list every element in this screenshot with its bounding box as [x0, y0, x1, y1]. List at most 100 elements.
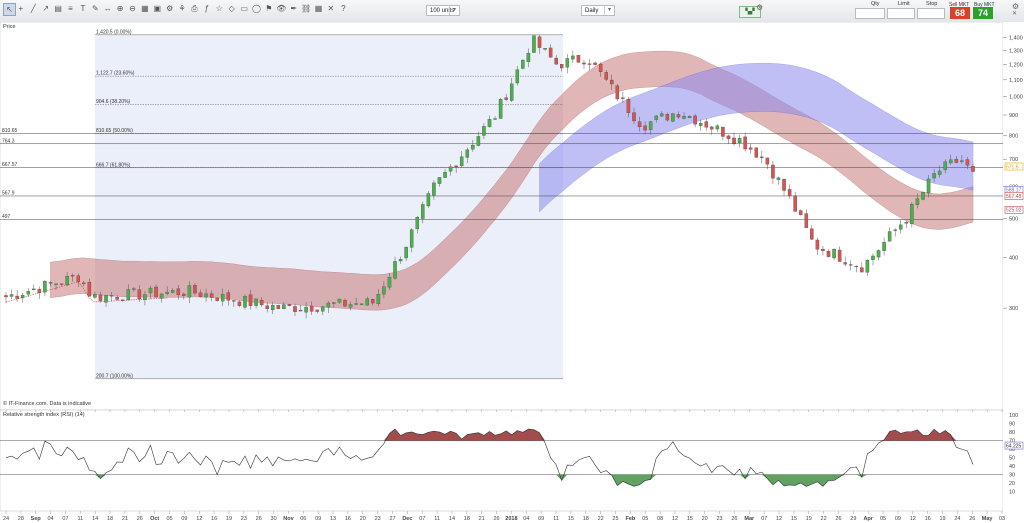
candle: [343, 300, 347, 307]
candle: [298, 310, 303, 312]
flag-icon[interactable]: ⚑: [263, 3, 274, 14]
candle: [170, 290, 175, 293]
candle: [821, 248, 825, 251]
candle: [848, 264, 853, 266]
line-icon[interactable]: ╱: [28, 3, 39, 14]
x-tick-label: 05: [166, 516, 172, 522]
candle: [359, 303, 364, 305]
candle: [259, 299, 264, 306]
x-tick-label: 26: [494, 516, 500, 522]
x-tick-label: Sep: [31, 516, 42, 522]
candle: [432, 182, 436, 196]
candle: [315, 309, 319, 312]
fib-icon[interactable]: ≡: [65, 3, 76, 14]
x-tick-label: 11: [553, 516, 559, 522]
timeframe-select[interactable]: Daily ▾: [581, 5, 615, 16]
channel-icon[interactable]: ▤: [53, 3, 64, 14]
candle: [632, 112, 636, 122]
chain-icon[interactable]: ⛓: [301, 3, 312, 14]
level-label: 497: [2, 214, 11, 220]
candle: [209, 293, 214, 298]
rsi-y-tick-label: 80: [1009, 430, 1015, 436]
candle: [243, 296, 247, 308]
close-icon[interactable]: ✕: [1012, 10, 1017, 17]
rsi-y-tick-label: 30: [1009, 473, 1015, 479]
settings-icon[interactable]: ⚙: [164, 3, 175, 14]
x-tick-label: 25: [612, 516, 618, 522]
x-tick-label: 09: [895, 516, 901, 522]
eye-icon[interactable]: 👁: [276, 3, 287, 14]
settings-icon[interactable]: ⚙: [756, 3, 763, 12]
qty-input[interactable]: [855, 8, 885, 19]
candle: [220, 293, 225, 302]
crosshair-icon[interactable]: +: [15, 3, 26, 14]
candle: [771, 164, 775, 179]
candle: [915, 198, 920, 205]
y-tick-label: 500: [1009, 216, 1018, 222]
calendar-icon[interactable]: ▦: [139, 3, 150, 14]
price-tag-label: 567.48: [1006, 194, 1022, 200]
indicator-icon[interactable]: ƒ: [201, 3, 212, 14]
candle: [576, 55, 581, 63]
candle: [671, 113, 675, 122]
print-icon[interactable]: ⎙: [189, 3, 200, 14]
chart-toolbar: ↖ + ╱ ↗ ▤ ≡ T ✎ ↔ ⊕ ⊖ ▦ ▣ ⚙ ⚘ ⎙ ƒ ☆ ◇ ▭ ◯ ⚑ 👁 ✒ ⛓ ▦ ✕? 100 units ▾…: [0, 0, 1024, 23]
candle: [943, 161, 947, 171]
x-tick-label: 11: [77, 516, 83, 522]
y-tick-label: 700: [1009, 157, 1018, 163]
x-tick-label: 24: [3, 516, 9, 522]
qty-label: Qty: [871, 1, 880, 7]
x-tick-label: 07: [761, 516, 767, 522]
candle: [287, 304, 292, 306]
x-tick-label: 12: [776, 516, 782, 522]
shape-icon[interactable]: ◇: [226, 3, 237, 14]
x-tick-label: 09: [315, 516, 321, 522]
brush-icon[interactable]: ⚘: [177, 3, 188, 14]
ellipse-icon[interactable]: ◯: [251, 3, 262, 14]
question-icon[interactable]: ?: [338, 3, 349, 14]
save-icon[interactable]: ▣: [152, 3, 163, 14]
price-chart[interactable]: 3004005006007008009001,0001,1001,2001,30…: [0, 22, 1024, 523]
fib-level-label: 904.6 (38.20%): [96, 99, 131, 105]
candle: [193, 285, 197, 294]
arrows-icon[interactable]: ↔: [102, 3, 113, 14]
text-icon[interactable]: T: [77, 3, 88, 14]
pen-icon[interactable]: ✒: [288, 3, 299, 14]
y-tick-label: 400: [1009, 256, 1018, 262]
cross-icon[interactable]: ✕: [325, 3, 336, 14]
candle: [687, 116, 692, 118]
candle: [304, 307, 308, 313]
candle: [793, 195, 797, 212]
candle: [548, 47, 553, 58]
zoom-in-icon[interactable]: ⊕: [115, 3, 126, 14]
fib-level-label: 666.7 (61.80%): [96, 162, 131, 168]
stop-input[interactable]: [917, 8, 945, 19]
candle: [737, 138, 742, 144]
rsi-y-tick-label: 100: [1009, 413, 1018, 419]
x-tick-label: 23: [241, 516, 247, 522]
rsi-y-tick-label: 40: [1009, 464, 1015, 470]
pencil-icon[interactable]: ✎: [90, 3, 101, 14]
candle: [648, 121, 653, 130]
rect-icon[interactable]: ▭: [239, 3, 250, 14]
grid-icon[interactable]: ▦: [313, 3, 324, 14]
star-icon[interactable]: ☆: [214, 3, 225, 14]
x-tick-label: 21: [479, 516, 485, 522]
y-tick-label: 1,300: [1009, 48, 1023, 54]
level-label: 810.65: [2, 128, 18, 134]
price-tag-label: 525.02: [1006, 208, 1022, 214]
sell-button[interactable]: 68: [950, 7, 970, 19]
zoom-out-icon[interactable]: ⊖: [127, 3, 138, 14]
candle: [582, 62, 586, 65]
x-tick-label: Apr: [863, 516, 873, 522]
x-tick-label: 14: [92, 516, 98, 522]
x-tick-label: 24: [954, 516, 960, 522]
units-select[interactable]: 100 units ▾: [426, 5, 460, 16]
candle: [254, 298, 258, 306]
buy-button[interactable]: 74: [973, 7, 993, 19]
candle: [960, 160, 964, 162]
candle: [104, 295, 108, 303]
cursor-icon[interactable]: ↖: [3, 3, 16, 16]
ray-icon[interactable]: ↗: [40, 3, 51, 14]
limit-input[interactable]: [887, 8, 915, 19]
